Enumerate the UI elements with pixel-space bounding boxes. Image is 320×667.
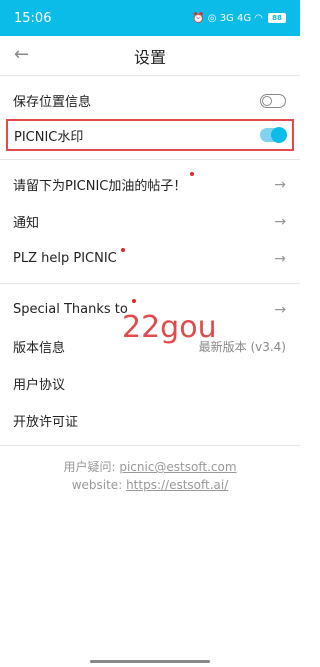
website-label: website: — [71, 478, 127, 492]
version-label: 版本信息 — [13, 341, 66, 356]
save-location-label: 保存位置信息 — [13, 95, 92, 110]
header: ← 设置 — [0, 36, 300, 76]
toggle-knob — [262, 95, 272, 106]
status-bar: 15:06 ⏰ ◎ 3G 4G ◠ 88 — [0, 0, 300, 36]
cheer-post-text: 请留下为PICNIC加油的帖子！ — [13, 179, 187, 194]
inquiry-label: 用户疑问: — [63, 460, 120, 474]
save-location-toggle[interactable] — [260, 93, 286, 108]
setting-user-agreement[interactable]: 用户协议 — [0, 365, 300, 402]
divider — [0, 159, 300, 160]
setting-watermark[interactable]: PICNIC水印 — [6, 119, 294, 151]
watermark-label: PICNIC水印 — [14, 129, 84, 145]
watermark-toggle[interactable] — [260, 127, 287, 143]
cheer-post-label: 请留下为PICNIC加油的帖子！ — [13, 172, 195, 194]
chevron-right-icon: → — [274, 213, 286, 230]
inquiry-line: 用户疑问: picnic@estsoft.com — [0, 458, 300, 476]
website-line: website: https://estsoft.ai/ — [0, 476, 300, 494]
chevron-right-icon: → — [274, 301, 286, 318]
back-arrow-icon[interactable]: ← — [14, 46, 34, 66]
open-license-label: 开放许可证 — [13, 415, 79, 430]
chevron-right-icon: → — [274, 250, 286, 267]
footer: 用户疑问: picnic@estsoft.com website: https:… — [0, 458, 300, 494]
setting-open-license[interactable]: 开放许可证 — [0, 402, 300, 439]
chevron-right-icon: → — [274, 176, 286, 193]
user-agreement-label: 用户协议 — [13, 378, 66, 393]
watermark-overlay: 22gou — [122, 310, 217, 345]
setting-cheer-post[interactable]: 请留下为PICNIC加油的帖子！ → — [0, 166, 300, 203]
status-icons: ⏰ ◎ 3G 4G ◠ 88 — [192, 13, 286, 24]
special-thanks-text: Special Thanks to — [13, 302, 128, 317]
plz-help-text: PLZ help PICNIC — [13, 251, 117, 266]
new-badge-dot — [131, 299, 136, 303]
notifications-label: 通知 — [13, 216, 40, 231]
toggle-knob — [271, 127, 287, 143]
special-thanks-label: Special Thanks to — [13, 299, 136, 317]
page-title: 设置 — [133, 47, 166, 67]
plz-help-label: PLZ help PICNIC — [13, 248, 125, 266]
battery-icon: 88 — [268, 13, 286, 23]
setting-notifications[interactable]: 通知 → — [0, 203, 300, 240]
new-badge-dot — [190, 172, 195, 176]
divider — [0, 445, 300, 446]
status-time: 15:06 — [14, 10, 52, 26]
status-indicators: ⏰ ◎ 3G 4G ◠ — [192, 12, 263, 24]
setting-plz-help[interactable]: PLZ help PICNIC → — [0, 240, 300, 277]
website-link[interactable]: https://estsoft.ai/ — [126, 478, 228, 492]
new-badge-dot — [120, 248, 125, 252]
setting-save-location[interactable]: 保存位置信息 — [0, 82, 300, 119]
home-indicator[interactable] — [90, 660, 210, 663]
inquiry-email-link[interactable]: picnic@estsoft.com — [119, 460, 236, 474]
